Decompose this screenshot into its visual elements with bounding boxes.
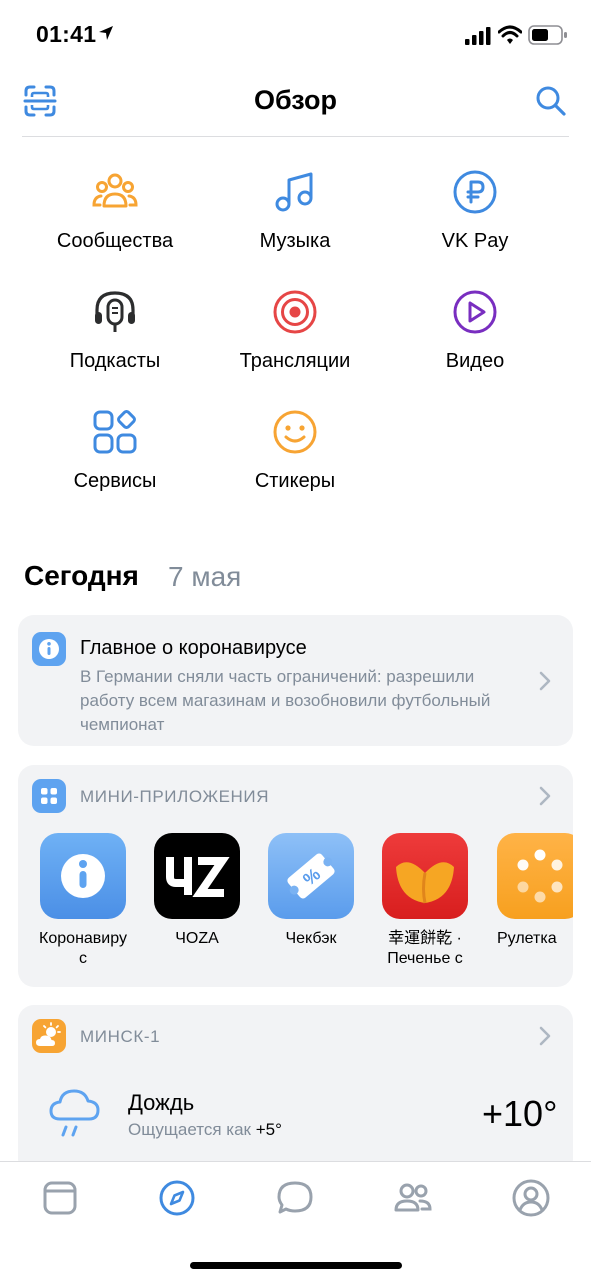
profile-icon[interactable]: [511, 1178, 551, 1218]
cellular-signal-icon: [465, 27, 491, 45]
mini-app-label: Рулетка: [497, 930, 557, 947]
feels-like-label: Ощущается как: [128, 1120, 251, 1139]
grid-label: VK Pay: [441, 230, 509, 252]
services-icon: [93, 410, 137, 454]
grid-label: Стикеры: [254, 470, 336, 492]
today-date: 7 мая: [168, 561, 242, 592]
weather-temperature: +10°: [482, 1093, 558, 1134]
chevron-right-icon: [539, 671, 551, 691]
grid-label: Музыка: [259, 230, 331, 252]
chevron-right-icon[interactable]: [538, 785, 552, 807]
grid-item-music[interactable]: Музыка: [200, 168, 390, 278]
grid-item-broadcasts[interactable]: Трансляции: [200, 288, 390, 398]
choza-logo: [154, 833, 240, 919]
mini-apps-card: МИНИ-ПРИЛОЖЕНИЯ Коронавиру с ЧОZA % Чекб…: [18, 765, 573, 987]
newsfeed-icon[interactable]: [40, 1178, 80, 1218]
music-icon: [275, 172, 313, 212]
grid-item-vkpay[interactable]: VK Pay: [380, 168, 570, 278]
grid-label: Видео: [445, 350, 505, 372]
ticket-percent-icon: %: [268, 833, 354, 919]
weather-feels-like: Ощущается как +5°: [128, 1120, 282, 1140]
mini-app-label: Чекбэк: [285, 930, 337, 947]
weather-condition: Дождь: [128, 1090, 195, 1115]
grid-item-communities[interactable]: Сообщества: [20, 168, 210, 278]
news-text: В Германии сняли часть ограничений: разр…: [80, 667, 491, 734]
grid-item-services[interactable]: Сервисы: [20, 408, 210, 518]
battery-icon: [528, 25, 567, 45]
chevron-right-icon: [539, 1026, 551, 1046]
roulette-icon: [497, 833, 573, 919]
search-icon[interactable]: [533, 83, 569, 119]
weather-card[interactable]: МИНСК-1 Дождь Ощущается как +5° +10°: [18, 1005, 573, 1175]
mini-app-roulette[interactable]: Рулетка: [489, 833, 573, 949]
message-icon[interactable]: [275, 1178, 315, 1218]
compass-icon[interactable]: [157, 1178, 197, 1218]
mini-app-label: ЧОZA: [175, 930, 219, 947]
grid-label: Сервисы: [73, 470, 157, 492]
grid-label: Трансляции: [239, 350, 351, 372]
podcasts-icon: [95, 291, 135, 332]
friends-icon[interactable]: [393, 1178, 433, 1218]
feels-like-value: +5°: [255, 1120, 282, 1139]
rain-cloud-icon: [49, 1089, 100, 1137]
mini-app-coronavirus[interactable]: Коронавиру с: [33, 833, 133, 969]
communities-icon: [92, 173, 138, 208]
info-icon: [40, 833, 126, 919]
status-bar: 01:41: [0, 0, 591, 70]
coronavirus-news-card[interactable]: Главное о коронавирусе В Германии сняли …: [18, 615, 573, 746]
fortune-cookie-icon: [382, 833, 468, 919]
sun-cloud-icon: [32, 1019, 66, 1053]
vkpay-icon: [453, 170, 497, 214]
mini-app-label: 幸運餅乾 · Печенье с: [387, 930, 463, 967]
header-divider: [22, 136, 569, 137]
status-time: 01:41: [36, 21, 97, 47]
wifi-icon: [498, 25, 522, 44]
apps-grid-icon: [32, 779, 66, 813]
grid-item-stickers[interactable]: Стикеры: [200, 408, 390, 518]
info-icon: [32, 632, 66, 666]
section-title-today: Сегодня: [24, 560, 139, 591]
grid-label: Подкасты: [69, 350, 161, 372]
home-indicator: [190, 1262, 402, 1269]
page-title: Обзор: [253, 85, 338, 115]
header: Обзор: [0, 70, 591, 138]
grid-item-video[interactable]: Видео: [380, 288, 570, 398]
mini-app-label: Коронавиру с: [39, 930, 127, 967]
grid-label: Сообщества: [56, 230, 174, 252]
video-icon: [453, 290, 497, 334]
mini-apps-title[interactable]: МИНИ-ПРИЛОЖЕНИЯ: [80, 787, 269, 807]
mini-app-fortune-cookie[interactable]: 幸運餅乾 · Печенье с: [375, 833, 475, 969]
grid-item-podcasts[interactable]: Подкасты: [20, 288, 210, 398]
weather-city: МИНСК-1: [80, 1027, 161, 1046]
news-title: Главное о коронавирусе: [80, 637, 307, 659]
broadcasts-icon: [273, 290, 317, 334]
stickers-icon: [273, 410, 317, 454]
mini-app-checkback[interactable]: % Чекбэк: [261, 833, 361, 949]
mini-app-choza[interactable]: ЧОZA: [147, 833, 247, 949]
location-arrow-icon: [99, 26, 113, 40]
